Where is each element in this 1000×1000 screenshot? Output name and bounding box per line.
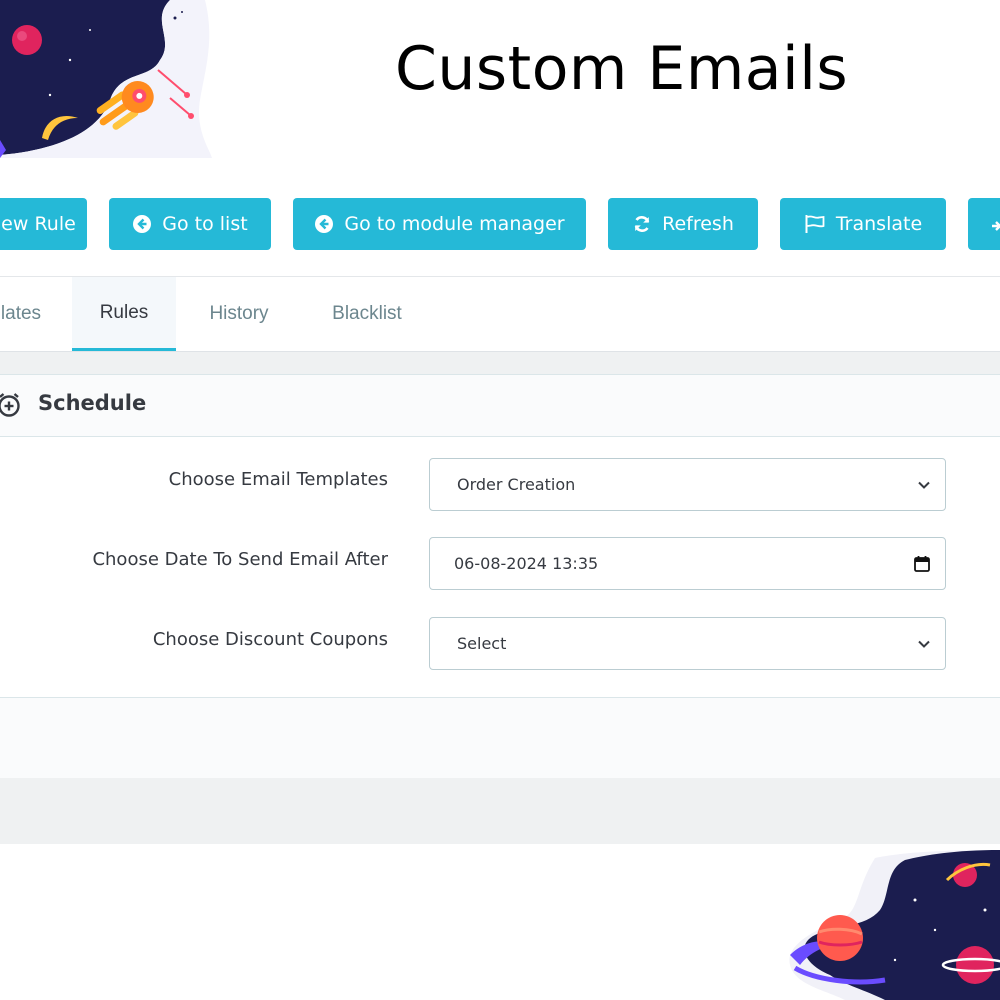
tab-history-label: History [209,303,269,324]
tabs-bar: lates Rules History Blacklist [0,276,1000,352]
tab-blacklist-label: Blacklist [332,303,402,324]
refresh-icon [634,216,650,232]
new-rule-label: ew Rule [1,213,76,235]
flag-icon [805,215,825,233]
calendar-icon[interactable] [913,555,931,573]
discount-coupons-label: Choose Discount Coupons [152,629,388,650]
new-rule-button[interactable]: ew Rule [0,198,87,250]
refresh-label: Refresh [662,213,734,235]
translate-button[interactable]: Translate [780,198,946,250]
panel-title: Schedule [38,391,147,415]
alarm-clock-plus-icon [0,393,20,417]
go-to-list-label: Go to list [162,213,248,235]
toolbar: ew Rule Go to list Go to module manager … [0,198,1000,250]
go-to-list-button[interactable]: Go to list [109,198,271,250]
email-templates-label: Choose Email Templates [168,469,388,490]
schedule-panel: Schedule Choose Email Templates Order Cr… [0,374,1000,778]
overflow-button[interactable] [968,198,1000,250]
discount-coupons-value: Select [457,634,507,653]
go-to-module-manager-label: Go to module manager [344,213,565,235]
send-date-label: Choose Date To Send Email After [92,549,388,570]
arrow-icon [992,221,1000,231]
chevron-down-icon [918,640,930,648]
translate-label: Translate [835,213,923,235]
send-date-input[interactable]: 06-08-2024 13:35 [429,537,946,590]
space-illustration-top [0,0,212,158]
tab-rules-label: Rules [99,301,149,323]
page-title: Custom Emails [395,34,849,104]
tab-templates-label: lates [0,303,42,324]
space-illustration-bottom [789,850,1000,1000]
email-templates-select[interactable]: Order Creation [429,458,946,511]
go-to-module-manager-button[interactable]: Go to module manager [293,198,586,250]
panel-header: Schedule [0,375,1000,437]
arrow-circle-left-icon [133,215,152,233]
tab-history[interactable]: History [190,277,288,351]
refresh-button[interactable]: Refresh [608,198,758,250]
email-templates-value: Order Creation [457,475,576,494]
tab-templates[interactable]: lates [0,277,52,351]
tab-blacklist[interactable]: Blacklist [314,277,420,351]
arrow-circle-left-icon [315,215,334,233]
panel-footer [0,697,1000,778]
tab-rules[interactable]: Rules [72,277,176,351]
discount-coupons-select[interactable]: Select [429,617,946,670]
send-date-value: 06-08-2024 13:35 [454,554,599,573]
chevron-down-icon [918,481,930,489]
